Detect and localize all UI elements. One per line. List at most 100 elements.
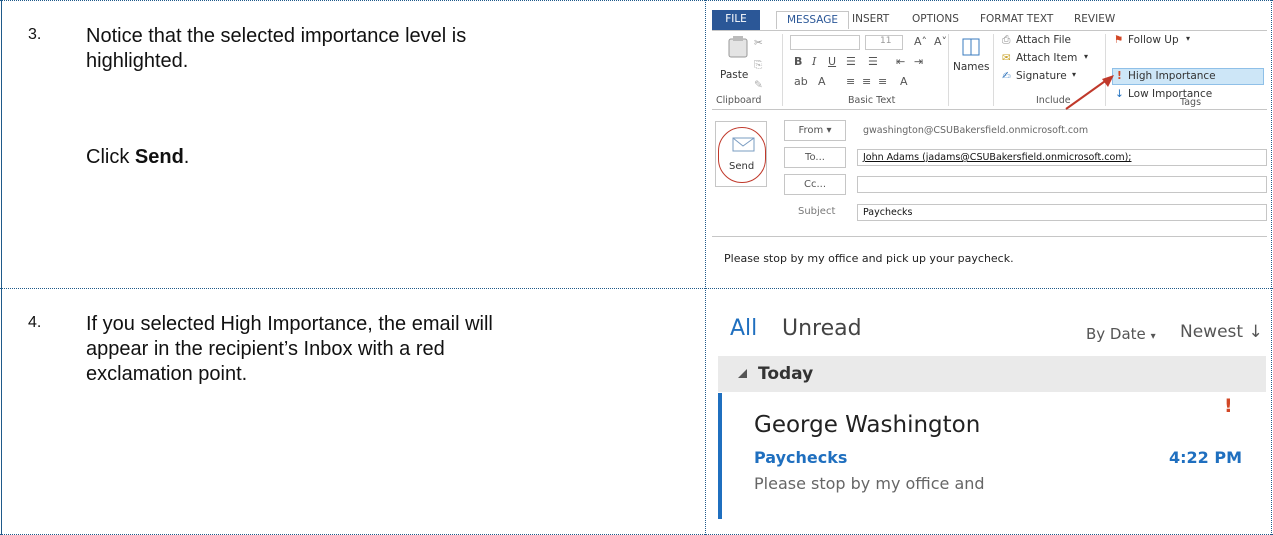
- send-highlight-ring: [718, 127, 766, 183]
- step-3-text: Notice that the selected importance leve…: [86, 24, 666, 74]
- group-label-basic-text: Basic Text: [848, 95, 896, 106]
- italic-icon[interactable]: I: [812, 55, 816, 68]
- chevron-down-icon: ▾: [1186, 34, 1191, 43]
- sort-order-button[interactable]: Newest ↓: [1180, 322, 1263, 342]
- row-divider: [0, 288, 1273, 289]
- group-separator: [782, 34, 783, 106]
- selected-message-bar: [718, 393, 722, 519]
- group-label-clipboard: Clipboard: [716, 95, 762, 106]
- sort-order-label: Newest: [1180, 322, 1244, 342]
- step-text-line: If you selected High Importance, the ema…: [86, 313, 493, 335]
- group-separator: [993, 34, 994, 106]
- step-text-line: appear in the recipient’s Inbox with a r…: [86, 338, 445, 360]
- step-3-instruction: Click Send.: [86, 145, 666, 170]
- message-sender[interactable]: George Washington: [754, 412, 980, 438]
- flag-icon: ⚑: [1114, 34, 1124, 46]
- increase-indent-icon[interactable]: ⇥: [914, 55, 923, 68]
- ribbon-tabs: FILE MESSAGE INSERT OPTIONS FORMAT TEXT …: [712, 10, 1267, 30]
- numbering-icon[interactable]: ☰: [868, 55, 878, 68]
- follow-up-button[interactable]: Follow Up: [1128, 34, 1179, 46]
- subject-field[interactable]: Paychecks: [857, 204, 1267, 221]
- table-right-border: [1271, 0, 1272, 535]
- to-button[interactable]: To...: [784, 147, 846, 168]
- address-book-icon[interactable]: [960, 37, 982, 57]
- shrink-font-icon[interactable]: A˅: [934, 35, 947, 48]
- table-top-border: [0, 0, 1273, 1]
- font-size-box[interactable]: 11: [865, 35, 903, 50]
- high-importance-button[interactable]: High Importance: [1128, 70, 1216, 82]
- from-field: gwashington@CSUBakersfield.onmicrosoft.c…: [863, 125, 1089, 136]
- step-4-text: If you selected High Importance, the ema…: [86, 312, 666, 387]
- attach-item-icon: ✉: [1002, 52, 1011, 64]
- tab-file[interactable]: FILE: [712, 10, 760, 30]
- inbox-screenshot: All Unread By Date ▾ Newest ↓ Today Geor…: [718, 305, 1266, 531]
- filter-unread[interactable]: Unread: [782, 316, 862, 341]
- message-body[interactable]: Please stop by my office and pick up you…: [724, 252, 1014, 265]
- format-painter-icon[interactable]: ✎: [754, 79, 763, 91]
- copy-icon[interactable]: ⎘: [754, 59, 762, 72]
- step-text-line: highlighted.: [86, 50, 189, 72]
- highlight-icon[interactable]: ab: [794, 75, 808, 88]
- font-name-box[interactable]: [790, 35, 860, 50]
- filter-all[interactable]: All: [730, 316, 757, 341]
- from-label: From: [798, 125, 824, 136]
- step-number: 3.: [28, 26, 42, 43]
- tab-format-text[interactable]: FORMAT TEXT: [980, 13, 1053, 25]
- column-divider: [705, 0, 706, 535]
- cc-button[interactable]: Cc...: [784, 174, 846, 195]
- subject-label: Subject: [798, 206, 836, 217]
- signature-button[interactable]: Signature: [1016, 70, 1067, 82]
- step-number: 4.: [28, 314, 42, 331]
- body-divider: [712, 236, 1267, 237]
- click-suffix: .: [183, 146, 190, 168]
- tab-message[interactable]: MESSAGE: [776, 11, 849, 29]
- message-preview: Please stop by my office and: [754, 474, 985, 493]
- down-arrow-icon: ↓: [1248, 322, 1263, 342]
- align-center-icon[interactable]: ≡: [862, 75, 871, 88]
- signature-icon: ✍: [1002, 70, 1011, 82]
- align-left-icon[interactable]: ≡: [846, 75, 855, 88]
- compose-form: Send From ▾ gwashington@CSUBakersfield.o…: [712, 114, 1267, 276]
- send-label: Send: [729, 161, 755, 172]
- tab-review[interactable]: REVIEW: [1074, 13, 1115, 25]
- sort-by-dropdown[interactable]: By Date ▾: [1086, 325, 1156, 343]
- instruction-table: 3. Notice that the selected importance l…: [0, 0, 1273, 535]
- ribbon: Paste ✂ ⎘ ✎ Clipboard 11 A˄ A˅ B I U ☰ ☰…: [712, 30, 1267, 110]
- cc-field[interactable]: [857, 176, 1267, 193]
- decrease-indent-icon[interactable]: ⇤: [896, 55, 905, 68]
- pointer-arrow-icon: [1065, 75, 1114, 110]
- underline-icon[interactable]: U: [828, 55, 836, 68]
- attach-item-button[interactable]: Attach Item: [1016, 52, 1077, 64]
- message-time: 4:22 PM: [1169, 448, 1243, 467]
- group-header-label: Today: [758, 364, 814, 384]
- message-subject[interactable]: Paychecks: [754, 448, 847, 467]
- from-button[interactable]: From ▾: [784, 120, 846, 141]
- paste-icon[interactable]: [726, 35, 752, 59]
- tab-insert[interactable]: INSERT: [852, 13, 889, 25]
- font-color-icon[interactable]: A: [818, 75, 826, 88]
- paste-button[interactable]: Paste: [720, 69, 748, 81]
- bold-icon[interactable]: B: [794, 55, 802, 68]
- click-prefix: Click: [86, 146, 135, 168]
- paperclip-icon: ⎙: [1002, 34, 1011, 46]
- grow-font-icon[interactable]: A˄: [914, 35, 927, 48]
- sort-by-label: By Date: [1086, 325, 1146, 343]
- clear-formatting-icon[interactable]: A: [900, 75, 908, 88]
- align-right-icon[interactable]: ≡: [878, 75, 887, 88]
- cut-icon[interactable]: ✂: [754, 37, 763, 49]
- names-button[interactable]: Names: [953, 61, 989, 73]
- attach-file-button[interactable]: Attach File: [1016, 34, 1071, 46]
- group-separator: [948, 34, 949, 106]
- chevron-down-icon: ▾: [1150, 331, 1156, 342]
- table-left-border: [1, 0, 2, 535]
- chevron-down-icon: ▾: [1084, 52, 1089, 61]
- to-field[interactable]: John Adams (jadams@CSUBakersfield.onmicr…: [857, 149, 1267, 166]
- collapse-triangle-icon[interactable]: [738, 369, 747, 378]
- step-text-line: Notice that the selected importance leve…: [86, 25, 467, 47]
- group-label-tags: Tags: [1180, 97, 1202, 108]
- bullets-icon[interactable]: ☰: [846, 55, 856, 68]
- step-text-line: exclamation point.: [86, 363, 248, 385]
- high-importance-icon: !: [1224, 395, 1233, 417]
- compose-window-screenshot: FILE MESSAGE INSERT OPTIONS FORMAT TEXT …: [712, 10, 1267, 276]
- tab-options[interactable]: OPTIONS: [912, 13, 959, 25]
